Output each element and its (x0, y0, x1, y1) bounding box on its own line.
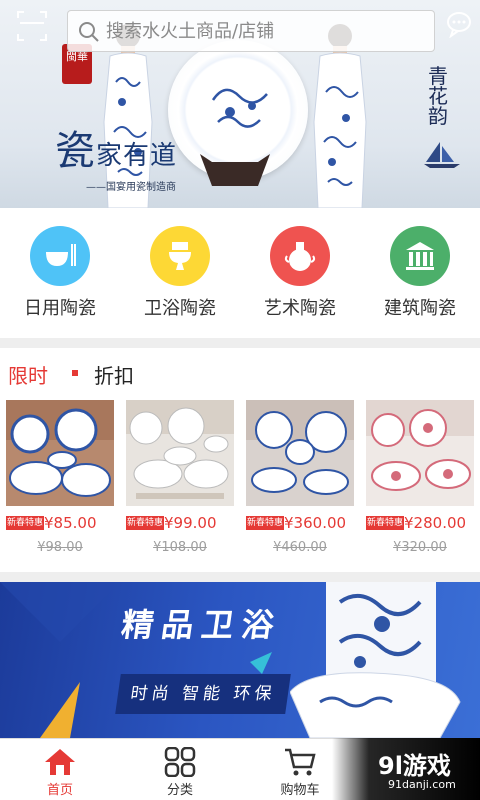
category-section: 日用陶瓷 卫浴陶瓷 艺术陶瓷 建筑陶瓷 (0, 208, 480, 338)
product-image (246, 400, 354, 506)
product-image (6, 400, 114, 506)
promo-subtitle: 时尚 智能 环保 (115, 674, 291, 714)
price-row: 新春特惠¥360.00 (246, 512, 354, 534)
original-price: ¥460.00 (273, 540, 327, 555)
category-label: 建筑陶瓷 (384, 298, 456, 319)
bowl-icon (30, 226, 90, 286)
nav-label: 首页 (46, 783, 73, 798)
toilet-icon (150, 226, 210, 286)
hero-banner[interactable]: 閩華 瓷家有道 ——国宴用瓷制造商 青花韵 搜索水火土商品/店铺 (0, 0, 480, 208)
original-price: ¥320.00 (393, 540, 447, 555)
product-card[interactable]: 新春特惠¥99.00 ¥108.00 (126, 400, 234, 560)
category-art-ceramics[interactable]: 艺术陶瓷 (240, 226, 360, 326)
category-label: 日用陶瓷 (24, 298, 96, 319)
product-card[interactable]: 新春特惠¥85.00 ¥98.00 (6, 400, 114, 560)
product-card[interactable]: 新春特惠¥280.00 ¥320.00 (366, 400, 474, 560)
nav-categories[interactable]: 分类 (120, 739, 240, 800)
grid-icon (164, 747, 196, 777)
scan-button[interactable] (14, 8, 50, 44)
promo-tag: 新春特惠 (6, 515, 45, 530)
category-bathroom-ceramics[interactable]: 卫浴陶瓷 (120, 226, 240, 326)
promo-banner[interactable]: 精品卫浴 时尚 智能 环保 (0, 582, 480, 738)
hero-tagline: 瓷家有道 (55, 128, 178, 174)
sale-price: ¥280.00 (404, 513, 467, 532)
cart-icon (285, 748, 316, 776)
sale-price: ¥85.00 (44, 513, 97, 532)
vase-icon (270, 226, 330, 286)
promo-tag: 新春特惠 (126, 515, 165, 530)
category-building-ceramics[interactable]: 建筑陶瓷 (360, 226, 480, 326)
boat-icon (424, 142, 460, 168)
hero-calligraphy: 青花韵 (428, 64, 448, 128)
promo-tag: 新春特惠 (366, 515, 405, 530)
price-row: 新春特惠¥280.00 (366, 512, 474, 534)
original-price: ¥108.00 (153, 540, 207, 555)
product-image (126, 400, 234, 506)
building-icon (390, 226, 450, 286)
product-image (366, 400, 474, 506)
hero-subtitle: ——国宴用瓷制造商 (86, 182, 176, 193)
flash-sale-header[interactable]: 限时 折扣 (0, 348, 480, 394)
flash-sale-title-limited: 限时 (8, 364, 48, 388)
message-icon (447, 12, 471, 39)
promo-title: 精品卫浴 (119, 606, 285, 644)
nav-label: 分类 (166, 783, 193, 798)
category-label: 艺术陶瓷 (264, 298, 336, 319)
price-row: 新春特惠¥85.00 (6, 512, 114, 534)
category-label: 卫浴陶瓷 (144, 298, 216, 319)
search-icon (79, 22, 99, 42)
toilet-image (290, 582, 461, 738)
search-placeholder: 搜索水火土商品/店铺 (106, 21, 275, 42)
flash-sale-section: 限时 折扣 新春特惠¥85.00 ¥98.00 新春特惠¥99.00 ¥108.… (0, 348, 480, 572)
title-separator-dot (72, 370, 78, 376)
plate-stand (200, 154, 270, 186)
sale-price: ¥99.00 (164, 513, 217, 532)
message-button[interactable] (445, 10, 473, 39)
flash-sale-title-discount: 折扣 (94, 364, 134, 388)
watermark-logo: 9l游戏 (378, 752, 451, 780)
home-icon (45, 749, 75, 775)
sale-price: ¥360.00 (284, 513, 347, 532)
product-card[interactable]: 新春特惠¥360.00 ¥460.00 (246, 400, 354, 560)
search-input[interactable]: 搜索水火土商品/店铺 (67, 10, 435, 52)
price-row: 新春特惠¥99.00 (126, 512, 234, 534)
promo-tag: 新春特惠 (246, 515, 285, 530)
original-price: ¥98.00 (37, 540, 83, 555)
nav-home[interactable]: 首页 (0, 739, 120, 800)
category-daily-ceramics[interactable]: 日用陶瓷 (0, 226, 120, 326)
scan-icon (17, 11, 47, 41)
watermark-url: 91danji.com (388, 778, 456, 791)
